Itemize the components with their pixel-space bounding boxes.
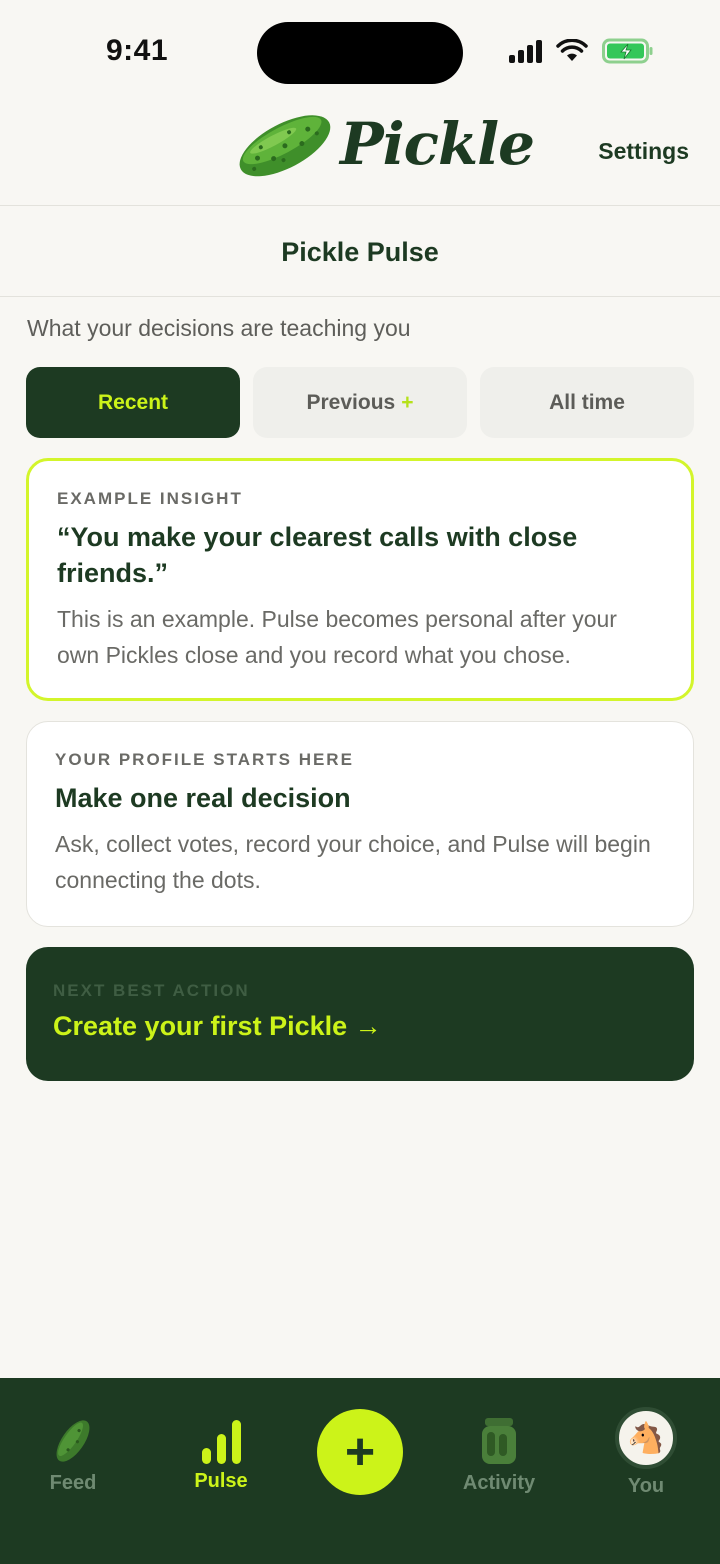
pickle-icon [239, 115, 331, 177]
tab-previous[interactable]: Previous + [253, 367, 467, 438]
premium-plus-icon: + [401, 390, 414, 414]
nav-feed[interactable]: Feed [38, 1416, 108, 1495]
horse-avatar-icon: 🐴 [615, 1407, 677, 1469]
tab-all-time[interactable]: All time [480, 367, 694, 438]
action-eyebrow: NEXT BEST ACTION [53, 981, 250, 1000]
insight-eyebrow: EXAMPLE INSIGHT [57, 489, 243, 508]
wifi-icon [556, 39, 588, 61]
time-range-tabs: Recent Previous + All time [26, 367, 694, 438]
battery-charging-icon [602, 38, 653, 64]
profile-body: Ask, collect votes, record your choice, … [55, 831, 651, 893]
tab-recent[interactable]: Recent [26, 367, 240, 438]
tab-previous-label: Previous [306, 390, 396, 414]
example-insight-card: EXAMPLE INSIGHT “You make your clearest … [26, 458, 694, 701]
create-pickle-button[interactable]: + [317, 1409, 403, 1495]
settings-button[interactable]: Settings [598, 138, 689, 165]
nav-you-label: You [627, 1475, 665, 1497]
app-header: Pickle Settings [0, 100, 720, 206]
next-best-action-card[interactable]: NEXT BEST ACTION Create your first Pickl… [26, 947, 694, 1081]
tab-all-time-label: All time [549, 390, 625, 414]
page-title: Pickle Pulse [281, 237, 439, 267]
nav-pulse[interactable]: Pulse [186, 1420, 256, 1493]
jar-icon [482, 1418, 516, 1464]
profile-eyebrow: YOUR PROFILE STARTS HERE [55, 750, 354, 769]
status-icons [509, 38, 654, 64]
dynamic-island [257, 22, 463, 84]
pickle-logo: Pickle [232, 104, 535, 184]
create-first-pickle-link[interactable]: Create your first Pickle → [53, 1011, 667, 1042]
pickle-icon [56, 1420, 90, 1462]
page-tagline: What your decisions are teaching you [27, 315, 411, 341]
nav-pulse-label: Pulse [194, 1470, 248, 1492]
bottom-nav: Feed Pulse + Activity 🐴 You [0, 1378, 720, 1564]
page-header: Pickle Pulse [0, 207, 720, 297]
profile-title: Make one real decision [55, 783, 351, 813]
nav-activity-label: Activity [462, 1472, 536, 1494]
bar-chart-icon [201, 1420, 241, 1464]
status-bar: 9:41 [0, 0, 720, 100]
logo-text: Pickle [340, 110, 535, 178]
cellular-signal-icon [509, 39, 542, 63]
nav-you[interactable]: 🐴 You [613, 1407, 679, 1498]
tab-recent-label: Recent [97, 390, 169, 414]
nav-feed-label: Feed [49, 1472, 97, 1494]
nav-activity[interactable]: Activity [458, 1416, 540, 1495]
plus-icon: + [344, 1423, 376, 1481]
status-time: 9:41 [106, 34, 169, 67]
profile-starts-card: YOUR PROFILE STARTS HERE Make one real d… [26, 721, 694, 927]
insight-body: This is an example. Pulse becomes person… [57, 606, 617, 668]
insight-title: “You make your clearest calls with close… [57, 522, 578, 588]
